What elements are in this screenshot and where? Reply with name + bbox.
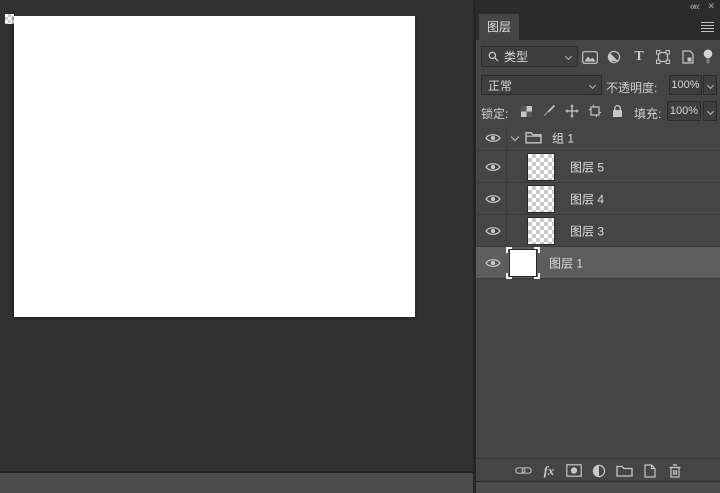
blend-mode-value: 正常 [488,78,513,93]
document-canvas[interactable] [14,16,415,317]
layer-thumbnail[interactable] [527,185,555,213]
divider [506,126,507,150]
delete-layer-icon[interactable] [666,462,684,479]
panel-bottom-bar: fx [476,458,720,481]
fill-dropdown-button[interactable] [703,101,717,121]
opacity-label: 不透明度: [606,81,658,95]
chevron-down-icon [564,52,573,61]
lock-image-pixels-icon[interactable] [540,102,558,120]
transparent-canvas-corner [5,14,14,24]
document-status-bar [0,471,473,493]
layer-row-group-1[interactable]: 组 1 [476,126,720,151]
lock-artboard-icon[interactable] [586,102,604,120]
smart-object-filter-icon[interactable] [678,47,698,67]
layer-thumbnail[interactable] [527,217,555,245]
visibility-eye-icon[interactable] [485,132,501,144]
divider [506,215,507,246]
layer-row-layer-4[interactable]: 图层 4 [476,183,720,215]
panel-tab-bar: 图层 [476,14,720,40]
group-expand-chevron-icon[interactable] [510,132,520,142]
layer-row-layer-3[interactable]: 图层 3 [476,215,720,247]
visibility-eye-icon[interactable] [485,225,501,237]
panel-footer-strip [476,481,720,493]
divider [506,151,507,182]
layer-name[interactable]: 图层 5 [570,158,604,175]
group-folder-icon [525,131,542,144]
new-layer-icon[interactable] [641,462,659,479]
chevron-down-icon [706,107,714,115]
search-icon [488,51,499,62]
tab-layers[interactable]: 图层 [479,14,519,40]
visibility-eye-icon[interactable] [485,257,501,269]
pixel-layers-filter-icon[interactable] [580,47,600,67]
shape-layers-filter-icon[interactable] [653,47,673,67]
canvas-workspace[interactable] [0,0,473,493]
divider [506,183,507,214]
visibility-eye-icon[interactable] [485,161,501,173]
panel-group-header: «« ✕ [476,0,720,14]
active-thumb-bracket [506,247,512,253]
blend-mode-dropdown[interactable]: 正常 [481,75,602,95]
layer-style-fx-icon[interactable]: fx [540,462,558,479]
layer-name[interactable]: 组 1 [552,130,574,147]
panel-menu-icon[interactable] [701,22,714,32]
fill-label: 填充: [634,107,662,121]
filter-type-label: 类型 [504,50,529,64]
lock-all-icon[interactable] [608,102,626,120]
layer-name[interactable]: 图层 4 [570,190,604,207]
layer-thumbnail-active[interactable] [506,247,540,279]
lock-position-icon[interactable] [563,102,581,120]
chevron-down-icon [588,81,597,89]
layer-name[interactable]: 图层 1 [549,254,583,271]
add-layer-mask-icon[interactable] [565,462,583,479]
opacity-input[interactable]: 100% [669,75,702,95]
layer-row-layer-1-selected[interactable]: 图层 1 [476,247,720,279]
opacity-dropdown-button[interactable] [703,75,717,95]
active-thumb-bracket [534,247,540,253]
type-layers-filter-icon[interactable]: T [629,47,649,67]
layer-list: 组 1 图层 5 图层 4 图层 3 图层 1 [476,126,720,458]
new-group-icon[interactable] [615,462,633,479]
lock-label: 锁定: [481,107,509,121]
lock-transparent-pixels-icon[interactable] [517,102,535,120]
filter-toggle-icon[interactable] [702,47,714,67]
adjustment-layers-filter-icon[interactable] [604,47,624,67]
link-layers-icon[interactable] [514,462,532,479]
layer-thumbnail[interactable] [527,153,555,181]
chevron-down-icon [706,81,714,89]
active-thumb-bracket [534,273,540,279]
fill-input[interactable]: 100% [667,101,701,121]
layer-name[interactable]: 图层 3 [570,222,604,239]
close-panel-icon[interactable]: ✕ [707,1,715,12]
layers-panel: «« ✕ 图层 类型 T 正常 不透明度: 100% 锁定: 填充: 100% … [476,0,720,493]
active-thumb-bracket [506,273,512,279]
collapse-panel-icon[interactable]: «« [690,1,700,13]
layer-filter-type-dropdown[interactable]: 类型 [481,46,578,67]
visibility-eye-icon[interactable] [485,193,501,205]
new-adjustment-layer-icon[interactable] [590,462,608,479]
layer-row-layer-5[interactable]: 图层 5 [476,151,720,183]
